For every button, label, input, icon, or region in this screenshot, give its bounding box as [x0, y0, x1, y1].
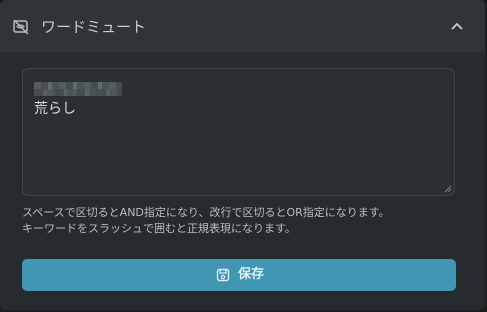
muted-words-textarea[interactable]: 荒らし	[22, 68, 455, 196]
help-line: キーワードをスラッシュで囲むと正規表現になります。	[22, 222, 296, 235]
resize-handle-icon[interactable]	[444, 185, 452, 193]
chevron-up-icon[interactable]	[449, 19, 465, 33]
textarea-line: 荒らし	[34, 101, 76, 117]
help-line: スペースで区切るとAND指定になり、改行で区切るとOR指定になります。	[22, 206, 390, 219]
save-button[interactable]: 保存	[22, 259, 456, 291]
help-text: スペースで区切るとAND指定になり、改行で区切るとOR指定になります。 キーワー…	[22, 205, 390, 237]
word-mute-header[interactable]: ワードミュート	[0, 0, 485, 52]
mute-eye-off-icon	[13, 19, 29, 35]
word-mute-panel: ワードミュート 荒らし スペースで区切るとAND指定になり、改行で区切るとOR指…	[0, 0, 485, 310]
save-icon	[216, 268, 230, 282]
save-button-label: 保存	[238, 267, 265, 282]
redacted-text	[34, 82, 122, 96]
section-title: ワードミュート	[41, 18, 147, 36]
